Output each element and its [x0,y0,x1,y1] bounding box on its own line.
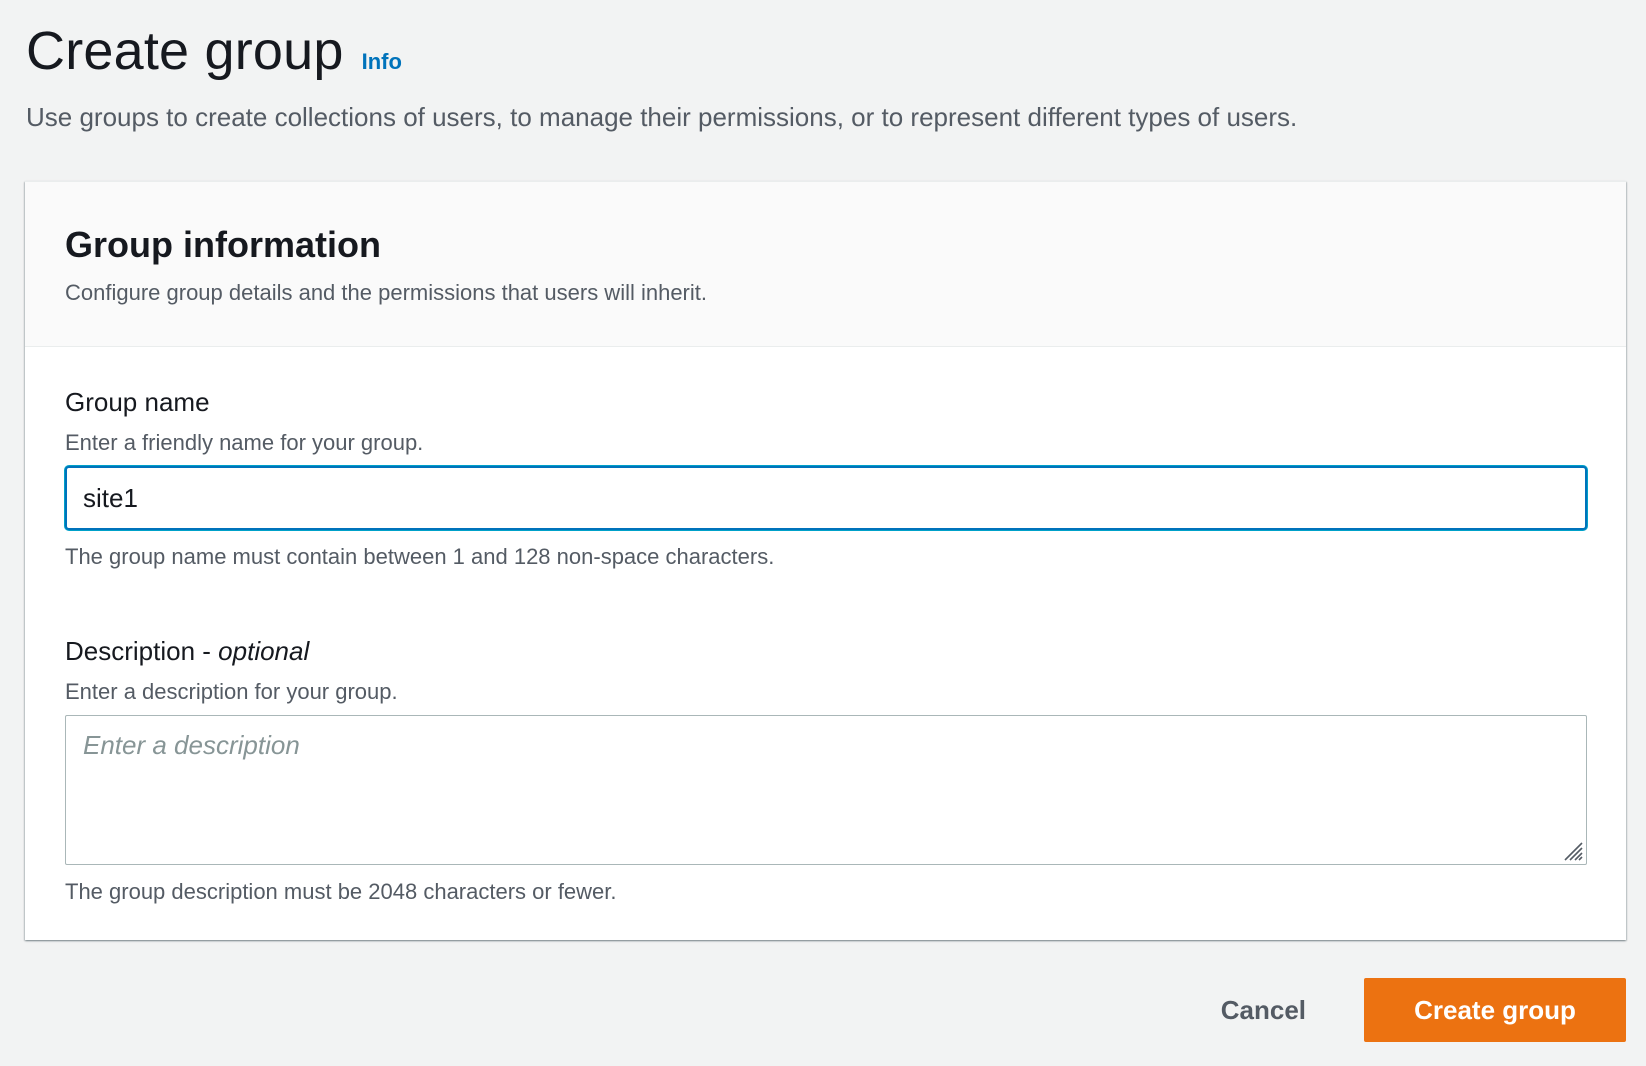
create-group-button[interactable]: Create group [1364,978,1626,1042]
optional-label: optional [218,636,310,666]
description-textarea-wrapper [65,715,1587,865]
panel-title: Group information [65,224,381,265]
field-spacer [65,570,1586,636]
title-row: Create group Info [26,20,1626,82]
resize-handle-icon[interactable] [1561,839,1583,861]
form-body: Group name Enter a friendly name for you… [25,347,1626,905]
group-name-label: Group name [65,387,210,417]
page-header: Create group Info Use groups to create c… [26,20,1626,133]
group-name-input[interactable] [65,466,1587,530]
description-constraint: The group description must be 2048 chara… [65,879,617,904]
panel-header: Group information Configure group detail… [25,182,1626,347]
info-link[interactable]: Info [362,49,402,75]
panel-subtitle: Configure group details and the permissi… [65,280,707,305]
description-textarea[interactable] [65,715,1587,865]
description-label-separator: - [195,636,219,666]
group-information-panel: Group information Configure group detail… [25,181,1626,940]
group-name-constraint: The group name must contain between 1 an… [65,544,775,569]
form-actions: Cancel Create group [1201,978,1626,1042]
page-title: Create group [26,21,344,81]
group-name-description: Enter a friendly name for your group. [65,430,424,455]
description-label: Description - optional [65,636,1586,667]
cancel-button[interactable]: Cancel [1201,978,1326,1042]
page-description: Use groups to create collections of user… [26,102,1298,132]
description-field-description: Enter a description for your group. [65,679,398,704]
description-label-text: Description [65,636,196,666]
